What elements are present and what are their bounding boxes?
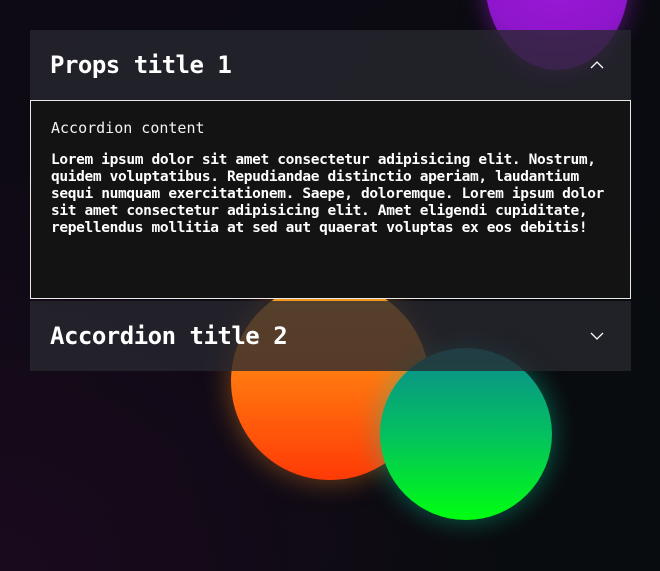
accordion-item-1: Props title 1 Accordion content Lorem ip… — [30, 30, 631, 299]
accordion-title-2: Accordion title 2 — [50, 322, 288, 350]
accordion: Props title 1 Accordion content Lorem ip… — [30, 30, 631, 371]
chevron-down-icon[interactable] — [589, 328, 605, 344]
accordion-title-1: Props title 1 — [50, 51, 232, 79]
accordion-header-1[interactable]: Props title 1 — [30, 30, 631, 100]
green-decorative-blob — [380, 348, 552, 520]
accordion-content-body: Lorem ipsum dolor sit amet consectetur a… — [51, 152, 605, 236]
accordion-panel-1: Accordion content Lorem ipsum dolor sit … — [30, 100, 631, 299]
accordion-header-2[interactable]: Accordion title 2 — [30, 301, 631, 371]
accordion-content-heading: Accordion content — [51, 119, 205, 137]
accordion-item-2: Accordion title 2 — [30, 301, 631, 371]
chevron-up-icon[interactable] — [589, 57, 605, 73]
